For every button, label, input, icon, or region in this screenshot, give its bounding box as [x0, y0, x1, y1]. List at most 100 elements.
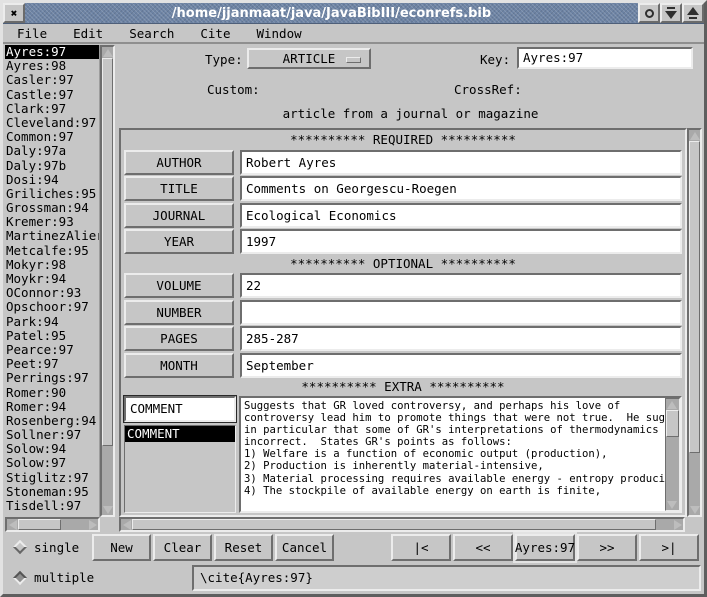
- field-label-button[interactable]: NUMBER: [124, 300, 234, 325]
- field-label-button[interactable]: TITLE: [124, 176, 234, 201]
- scroll-down-icon[interactable]: [689, 504, 700, 515]
- field-input[interactable]: [240, 300, 682, 325]
- nav-button[interactable]: |<: [391, 534, 451, 561]
- reference-list-item[interactable]: Rosenberg:94: [5, 414, 99, 428]
- field-label-button[interactable]: VOLUME: [124, 273, 234, 298]
- reference-list-item[interactable]: Clark:97: [5, 102, 99, 116]
- reference-list-item[interactable]: Ayres:98: [5, 59, 99, 73]
- reference-list-item[interactable]: Daly:97a: [5, 144, 99, 158]
- scrollbar-thumb[interactable]: [666, 410, 679, 437]
- type-dropdown[interactable]: ARTICLE: [247, 48, 371, 69]
- cite-output-field[interactable]: \cite{Ayres:97}: [192, 565, 701, 591]
- reference-list-item[interactable]: Solow:97: [5, 456, 99, 470]
- reference-list-item[interactable]: Cleveland:97: [5, 116, 99, 130]
- raise-button[interactable]: [682, 3, 704, 23]
- scroll-down-icon[interactable]: [666, 499, 677, 510]
- reference-list-item[interactable]: Patel:95: [5, 329, 99, 343]
- mode-single[interactable]: single: [6, 540, 92, 555]
- menu-item[interactable]: Cite: [200, 26, 230, 41]
- command-button[interactable]: Reset: [214, 534, 273, 561]
- menu-item[interactable]: File: [17, 26, 47, 41]
- scrollbar-thumb[interactable]: [102, 58, 113, 446]
- reference-list-item[interactable]: Romer:90: [5, 386, 99, 400]
- lower-button[interactable]: [660, 3, 682, 23]
- close-button[interactable]: ✖: [3, 3, 25, 23]
- reference-list-item[interactable]: Tisdell:97: [5, 499, 99, 513]
- comment-vscrollbar[interactable]: [665, 398, 680, 511]
- reference-list-item[interactable]: Stiglitz:97: [5, 471, 99, 485]
- radio-off-icon[interactable]: [13, 540, 27, 554]
- reference-list-item[interactable]: Daly:97b: [5, 159, 99, 173]
- menu-item[interactable]: Edit: [73, 26, 103, 41]
- reference-list-item[interactable]: OConnor:93: [5, 286, 99, 300]
- scroll-up-icon[interactable]: [689, 130, 700, 141]
- key-input[interactable]: Ayres:97: [517, 47, 693, 69]
- reference-list-item[interactable]: Pearce:97: [5, 343, 99, 357]
- reference-list-item[interactable]: Metcalfe:95: [5, 244, 99, 258]
- reference-list-item[interactable]: Dosi:94: [5, 173, 99, 187]
- extra-field-name-input[interactable]: COMMENT: [124, 396, 236, 422]
- scroll-left-icon[interactable]: [7, 519, 18, 530]
- reference-list-item[interactable]: Romer:94: [5, 400, 99, 414]
- scroll-right-icon[interactable]: [87, 519, 98, 530]
- scroll-left-icon[interactable]: [121, 519, 132, 530]
- field-label-button[interactable]: MONTH: [124, 353, 234, 378]
- reference-list-item[interactable]: Casler:97: [5, 73, 99, 87]
- reference-list-item[interactable]: Opschoor:97: [5, 300, 99, 314]
- reference-list-item[interactable]: Perrings:97: [5, 371, 99, 385]
- command-button[interactable]: Clear: [153, 534, 212, 561]
- field-input[interactable]: Ecological Economics: [240, 203, 682, 228]
- reference-list-item[interactable]: Ayres:97: [5, 45, 99, 59]
- scroll-right-icon[interactable]: [672, 519, 683, 530]
- reference-list-item[interactable]: Grossman:94: [5, 201, 99, 215]
- reference-list-item[interactable]: Common:97: [5, 130, 99, 144]
- reference-list-item[interactable]: MartinezAlier:9: [5, 229, 99, 243]
- reference-list-item[interactable]: Kremer:93: [5, 215, 99, 229]
- panel-hscrollbar[interactable]: [119, 517, 685, 532]
- titlebar[interactable]: ✖ /home/jjanmaat/java/JavaBibIII/econref…: [3, 3, 704, 24]
- nav-button[interactable]: >|: [639, 534, 699, 561]
- reference-list[interactable]: Ayres:97Ayres:98Casler:97Castle:97Clark:…: [5, 45, 100, 517]
- scroll-down-icon[interactable]: [102, 504, 113, 515]
- iconify-button[interactable]: [638, 3, 660, 23]
- field-input[interactable]: 22: [240, 273, 682, 298]
- mode-multiple[interactable]: multiple: [6, 570, 92, 585]
- reference-list-item[interactable]: Park:94: [5, 315, 99, 329]
- field-label-button[interactable]: JOURNAL: [124, 203, 234, 228]
- field-label-button[interactable]: AUTHOR: [124, 150, 234, 175]
- radio-on-icon[interactable]: [13, 571, 27, 585]
- panel-vscrollbar[interactable]: [687, 128, 702, 517]
- reference-list-item[interactable]: Griliches:95: [5, 187, 99, 201]
- menu-item[interactable]: Window: [256, 26, 301, 41]
- reference-list-item[interactable]: Stoneman:95: [5, 485, 99, 499]
- scrollbar-thumb[interactable]: [689, 141, 700, 453]
- reference-list-vscrollbar[interactable]: [100, 45, 115, 517]
- scroll-up-icon[interactable]: [666, 399, 677, 410]
- reference-list-item[interactable]: Mokyr:98: [5, 258, 99, 272]
- field-input[interactable]: 285-287: [240, 326, 682, 351]
- comment-textarea[interactable]: Suggests that GR loved controversy, and …: [241, 398, 665, 511]
- command-button[interactable]: Cancel: [275, 534, 334, 561]
- field-label-button[interactable]: YEAR: [124, 229, 234, 254]
- nav-button[interactable]: >>: [577, 534, 637, 561]
- extra-field-list-item[interactable]: COMMENT: [125, 426, 235, 442]
- menu-item[interactable]: Search: [129, 26, 174, 41]
- reference-list-hscrollbar[interactable]: [5, 517, 100, 532]
- field-label-button[interactable]: PAGES: [124, 326, 234, 351]
- scroll-up-icon[interactable]: [102, 47, 113, 58]
- field-input[interactable]: Comments on Georgescu-Roegen: [240, 176, 682, 201]
- nav-button[interactable]: <<: [453, 534, 513, 561]
- reference-list-item[interactable]: Castle:97: [5, 88, 99, 102]
- command-button[interactable]: New: [92, 534, 151, 561]
- nav-button[interactable]: Ayres:97: [515, 534, 575, 561]
- field-input[interactable]: 1997: [240, 229, 682, 254]
- reference-list-item[interactable]: Sollner:97: [5, 428, 99, 442]
- scrollbar-thumb[interactable]: [18, 519, 61, 530]
- field-input[interactable]: Robert Ayres: [240, 150, 682, 175]
- reference-list-item[interactable]: Peet:97: [5, 357, 99, 371]
- extra-field-list[interactable]: COMMENT: [124, 425, 236, 513]
- scrollbar-thumb[interactable]: [132, 519, 656, 530]
- field-input[interactable]: September: [240, 353, 682, 378]
- reference-list-item[interactable]: Solow:94: [5, 442, 99, 456]
- reference-list-item[interactable]: Moykr:94: [5, 272, 99, 286]
